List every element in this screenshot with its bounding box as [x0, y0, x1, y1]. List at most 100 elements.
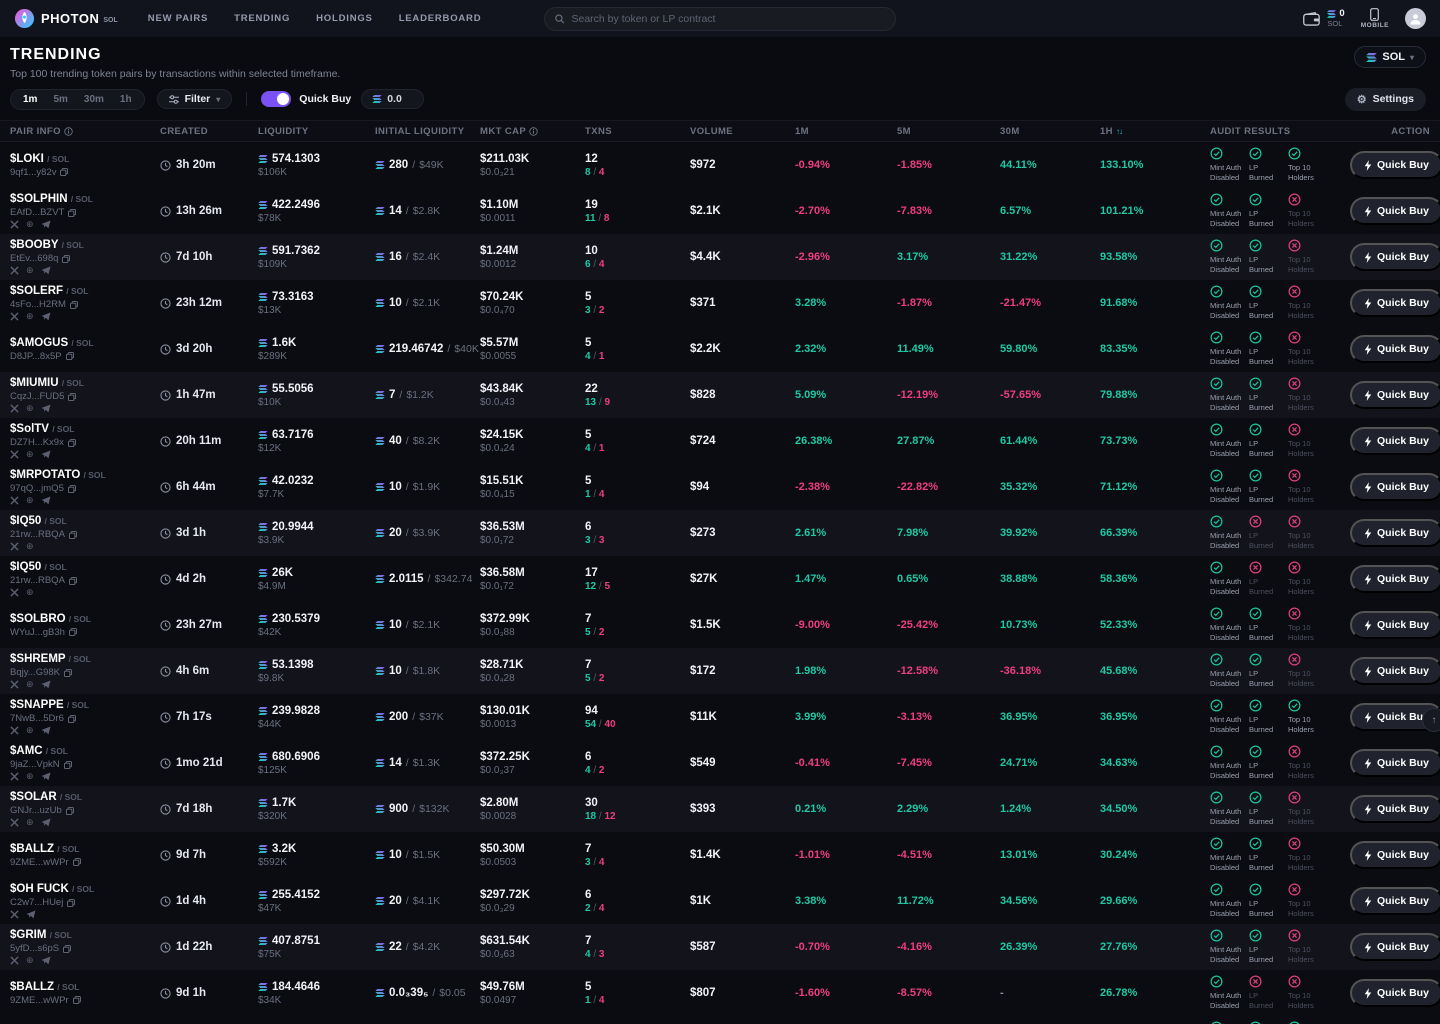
website-icon[interactable]: ⊕: [26, 404, 34, 413]
search-input[interactable]: [572, 13, 886, 25]
nav-item[interactable]: TRENDING: [234, 13, 290, 24]
website-icon[interactable]: ⊕: [26, 450, 34, 459]
telegram-icon[interactable]: [41, 726, 51, 735]
telegram-icon[interactable]: [26, 910, 36, 919]
table-row[interactable]: $IQ50 / SOL 21rw...RBQA ⊕ 3d 1h 20.9944 …: [0, 510, 1440, 556]
search-bar[interactable]: [544, 7, 896, 31]
scroll-top-button[interactable]: ↑: [1422, 708, 1440, 732]
x-social-icon[interactable]: [10, 772, 19, 781]
quick-buy-amount-input[interactable]: [387, 93, 413, 105]
quick-buy-button[interactable]: Quick Buy: [1350, 749, 1440, 777]
filter-button[interactable]: Filter ▾: [157, 89, 233, 109]
quick-buy-button[interactable]: Quick Buy: [1350, 289, 1440, 317]
quick-buy-button[interactable]: Quick Buy: [1350, 887, 1440, 915]
copy-icon[interactable]: [64, 669, 72, 677]
wallet-widget[interactable]: 0 SOL: [1303, 9, 1344, 28]
quick-buy-button[interactable]: Quick Buy: [1350, 197, 1440, 225]
copy-icon[interactable]: [70, 301, 78, 309]
x-social-icon[interactable]: [10, 496, 19, 505]
copy-icon[interactable]: [66, 352, 74, 360]
x-social-icon[interactable]: [10, 956, 19, 965]
x-social-icon[interactable]: [10, 910, 19, 919]
telegram-icon[interactable]: [41, 956, 51, 965]
settings-button[interactable]: ⚙ Settings: [1345, 88, 1426, 111]
column-header-1m[interactable]: 1M: [795, 126, 897, 137]
table-row[interactable]: $OH FUCK / SOL C2w7...HUej 1d 4h 255.415…: [0, 878, 1440, 924]
column-header-5m[interactable]: 5M: [897, 126, 1000, 137]
website-icon[interactable]: ⊕: [26, 772, 34, 781]
copy-icon[interactable]: [73, 858, 81, 866]
x-social-icon[interactable]: [10, 542, 19, 551]
quick-buy-button[interactable]: Quick Buy: [1350, 381, 1440, 409]
telegram-icon[interactable]: [41, 266, 51, 275]
table-row[interactable]: $GRIM / SOL 5yfD...s6pS ⊕ 1d 22h 407.875…: [0, 924, 1440, 970]
quick-buy-button[interactable]: Quick Buy: [1350, 243, 1440, 271]
table-row[interactable]: $SOLERF / SOL 4sFo...H2RM ⊕ 23h 12m 73.3…: [0, 280, 1440, 326]
quick-buy-toggle[interactable]: [261, 91, 291, 107]
x-social-icon[interactable]: [10, 312, 19, 321]
table-row[interactable]: $BALLZ / SOL 9ZME...wWPr 9d 7h 3.2K $592…: [0, 832, 1440, 878]
copy-icon[interactable]: [62, 255, 70, 263]
column-header-1h[interactable]: 1H ↑↓: [1100, 126, 1210, 137]
table-row[interactable]: $IQ50 / SOL 21rw...RBQA ⊕ 4d 2h 26K $4.9…: [0, 556, 1440, 602]
nav-item[interactable]: NEW PAIRS: [148, 13, 208, 24]
telegram-icon[interactable]: [41, 496, 51, 505]
website-icon[interactable]: ⊕: [26, 818, 34, 827]
quick-buy-button[interactable]: Quick Buy: [1350, 611, 1440, 639]
x-social-icon[interactable]: [10, 450, 19, 459]
quick-buy-button[interactable]: Quick Buy: [1350, 335, 1440, 363]
copy-icon[interactable]: [68, 393, 76, 401]
table-row[interactable]: $MRPOTATO / SOL 97qQ...jmQ5 ⊕ 6h 44m 42.…: [0, 464, 1440, 510]
copy-icon[interactable]: [67, 899, 75, 907]
copy-icon[interactable]: [69, 628, 77, 636]
table-row[interactable]: $SolTV / SOL DZ7H...Kx9x ⊕ 20h 11m 63.71…: [0, 418, 1440, 464]
quick-buy-button[interactable]: Quick Buy: [1350, 933, 1440, 961]
quick-buy-button[interactable]: Quick Buy: [1350, 427, 1440, 455]
table-row[interactable]: $SOLBRO / SOL WYuJ...gB3h 23h 27m 230.53…: [0, 602, 1440, 648]
table-row[interactable]: $SOLAR / SOL GNJr...uzUb ⊕ 7d 18h 1.7K $…: [0, 786, 1440, 832]
table-row[interactable]: $AMC / SOL 9jaZ...VpkN ⊕ 1mo 21d 680.690…: [0, 740, 1440, 786]
column-header-30m[interactable]: 30M: [1000, 126, 1100, 137]
column-header-mkt-cap[interactable]: MKT CAP: [480, 126, 585, 137]
table-row[interactable]: $SNAPPE / SOL 7NwB...5Dr6 ⊕ 7h 17s 239.9…: [0, 694, 1440, 740]
copy-icon[interactable]: [60, 168, 68, 176]
timeframe-button[interactable]: 5m: [45, 92, 75, 107]
table-row[interactable]: $SOLPHIN / SOL EAfD...BZVT ⊕ 13h 26m 422…: [0, 188, 1440, 234]
quick-buy-button[interactable]: Quick Buy: [1350, 657, 1440, 685]
telegram-icon[interactable]: [41, 312, 51, 321]
column-header-pair-info[interactable]: PAIR INFO: [10, 126, 160, 137]
copy-icon[interactable]: [64, 761, 72, 769]
copy-icon[interactable]: [66, 807, 74, 815]
column-header-initial-liquidity[interactable]: INITIAL LIQUIDITY: [375, 126, 480, 137]
quick-buy-button[interactable]: Quick Buy: [1350, 979, 1440, 1007]
copy-icon[interactable]: [73, 996, 81, 1004]
photon-logo[interactable]: PHOTON SOL: [14, 8, 118, 29]
x-social-icon[interactable]: [10, 220, 19, 229]
telegram-icon[interactable]: [41, 220, 51, 229]
website-icon[interactable]: ⊕: [26, 542, 34, 551]
timeframe-button[interactable]: 30m: [76, 92, 112, 107]
table-row[interactable]: $BOOBY / SOL EtEv...698q ⊕ 7d 10h 591.73…: [0, 234, 1440, 280]
timeframe-button[interactable]: 1m: [15, 92, 45, 107]
table-row[interactable]: $hadow / SOL 7.4K / $79.06M: [0, 1016, 1440, 1024]
table-row[interactable]: $MIUMIU / SOL CqzJ...FUD5 ⊕ 1h 47m 55.50…: [0, 372, 1440, 418]
website-icon[interactable]: ⊕: [26, 496, 34, 505]
copy-icon[interactable]: [63, 945, 71, 953]
table-row[interactable]: $AMOGUS / SOL D8JP...8x5P 3d 20h 1.6K $2…: [0, 326, 1440, 372]
quick-buy-button[interactable]: Quick Buy: [1350, 519, 1440, 547]
copy-icon[interactable]: [69, 531, 77, 539]
website-icon[interactable]: ⊕: [26, 680, 34, 689]
website-icon[interactable]: ⊕: [26, 956, 34, 965]
website-icon[interactable]: ⊕: [26, 220, 34, 229]
telegram-icon[interactable]: [41, 404, 51, 413]
user-avatar[interactable]: [1405, 8, 1426, 29]
x-social-icon[interactable]: [10, 404, 19, 413]
quick-buy-button[interactable]: Quick Buy: [1350, 795, 1440, 823]
nav-item[interactable]: HOLDINGS: [316, 13, 373, 24]
x-social-icon[interactable]: [10, 680, 19, 689]
website-icon[interactable]: ⊕: [26, 312, 34, 321]
column-header-txns[interactable]: TXNS: [585, 126, 690, 137]
table-row[interactable]: $BALLZ / SOL 9ZME...wWPr 9d 1h 184.4646 …: [0, 970, 1440, 1016]
quick-buy-button[interactable]: Quick Buy: [1350, 151, 1440, 179]
column-header-liquidity[interactable]: LIQUIDITY: [258, 126, 375, 137]
